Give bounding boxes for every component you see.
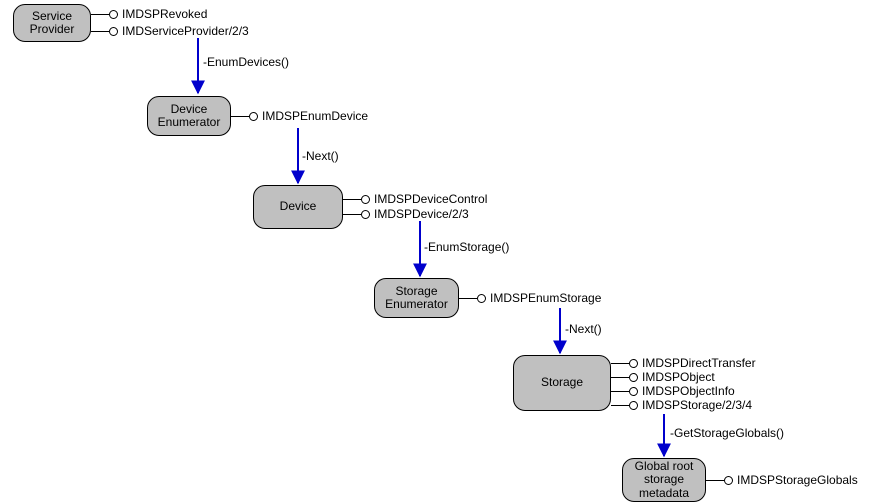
interface-imdspstorage: IMDSPStorage/2/3/4: [611, 400, 752, 410]
interface-label: IMDSPDeviceControl: [374, 192, 487, 206]
interface-label: IMDSPEnumStorage: [490, 291, 601, 305]
method-next-1: -Next(): [302, 149, 339, 163]
interface-label: IMDServiceProvider/2/3: [122, 24, 249, 38]
interface-imdspdevicecontrol: IMDSPDeviceControl: [343, 194, 487, 204]
interface-label: IMDSPObjectInfo: [642, 384, 735, 398]
node-service-provider: ServiceProvider: [13, 4, 91, 42]
node-device-enumerator: DeviceEnumerator: [147, 96, 231, 136]
interface-imdspstorageglobals: IMDSPStorageGlobals: [706, 475, 858, 485]
method-enumstorage: -EnumStorage(): [424, 240, 509, 254]
interface-label: IMDSPDirectTransfer: [642, 356, 756, 370]
interface-imdspobjectinfo: IMDSPObjectInfo: [611, 386, 735, 396]
node-label: DeviceEnumerator: [158, 103, 221, 129]
interface-imdspobject: IMDSPObject: [611, 372, 715, 382]
interface-label: IMDSPStorageGlobals: [737, 473, 858, 487]
method-next-2: -Next(): [565, 322, 602, 336]
interface-imdspdevice: IMDSPDevice/2/3: [343, 209, 469, 219]
node-device: Device: [253, 185, 343, 229]
interface-imdserviceprovider: IMDServiceProvider/2/3: [91, 26, 249, 36]
node-storage: Storage: [513, 355, 611, 411]
interface-label: IMDSPDevice/2/3: [374, 207, 469, 221]
interface-label: IMDSPRevoked: [122, 7, 207, 21]
interface-label: IMDSPEnumDevice: [262, 109, 368, 123]
interface-label: IMDSPStorage/2/3/4: [642, 398, 752, 412]
node-label: StorageEnumerator: [385, 285, 448, 311]
node-label: Global rootstoragemetadata: [635, 460, 694, 500]
interface-imdspenumstorage: IMDSPEnumStorage: [459, 293, 601, 303]
interface-imdspdirecttransfer: IMDSPDirectTransfer: [611, 358, 756, 368]
interface-imdspenumdevice: IMDSPEnumDevice: [231, 111, 368, 121]
node-label: Device: [280, 200, 317, 213]
node-storage-enumerator: StorageEnumerator: [374, 278, 459, 318]
method-enumdevices: -EnumDevices(): [203, 55, 289, 69]
node-label: ServiceProvider: [30, 10, 75, 36]
method-getstorageglobals: -GetStorageGlobals(): [670, 426, 784, 440]
interface-imdsprevoked: IMDSPRevoked: [91, 9, 207, 19]
node-global-root-storage-metadata: Global rootstoragemetadata: [622, 458, 706, 502]
node-label: Storage: [541, 376, 583, 389]
interface-label: IMDSPObject: [642, 370, 715, 384]
